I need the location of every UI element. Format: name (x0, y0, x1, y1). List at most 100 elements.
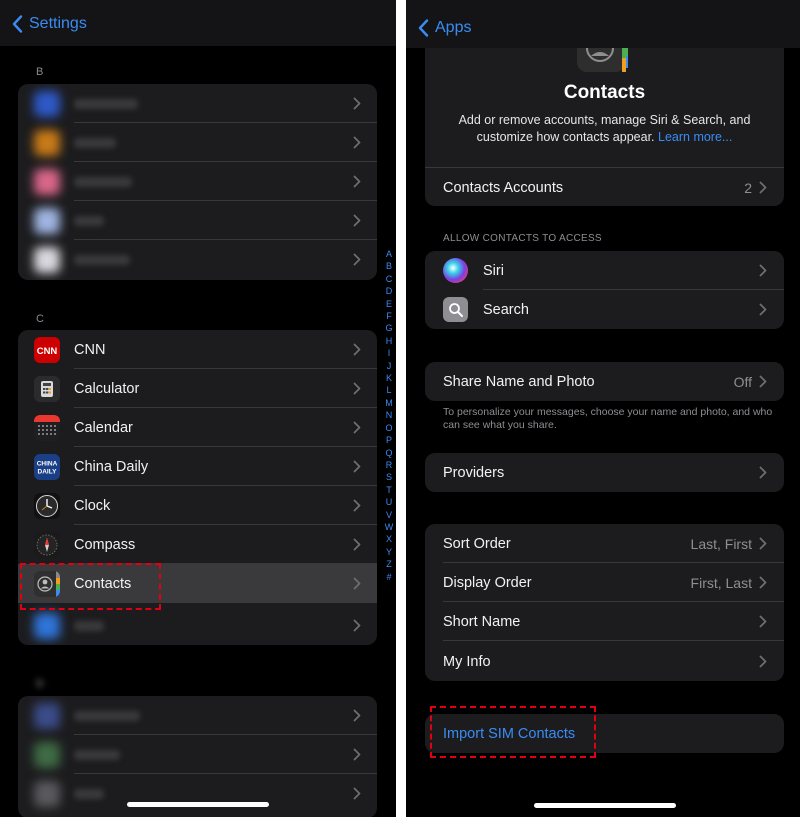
back-button-label: Settings (29, 15, 87, 32)
index-letter[interactable]: E (383, 298, 395, 310)
page-title: Contacts (563, 82, 646, 103)
chevron-right-icon (759, 615, 767, 628)
calendar-icon (34, 414, 60, 441)
svg-text:CNN: CNN (37, 346, 58, 357)
list-item[interactable] (18, 735, 377, 774)
china-daily-icon: CHINA DAILY (34, 453, 60, 480)
share-name-photo-row[interactable]: Share Name and Photo Off (425, 362, 784, 401)
list-item[interactable] (18, 774, 377, 813)
chevron-right-icon (353, 748, 361, 761)
index-letter[interactable]: # (383, 571, 395, 583)
contacts-accounts-row[interactable]: Contacts Accounts 2 (425, 168, 784, 207)
share-footnote: To personalize your messages, choose you… (443, 406, 773, 431)
list-item[interactable] (18, 696, 377, 735)
index-letter[interactable]: R (383, 459, 395, 471)
blurred-label (74, 138, 116, 148)
list-item[interactable] (18, 84, 377, 123)
my-info-label: My Info (443, 653, 491, 670)
chevron-right-icon (759, 537, 767, 550)
index-letter[interactable]: L (383, 384, 395, 396)
providers-row[interactable]: Providers (425, 453, 784, 492)
list-item-cnn[interactable]: CNN CNN (18, 330, 377, 369)
index-letter[interactable]: B (383, 260, 395, 272)
index-letter[interactable]: D (383, 285, 395, 297)
index-letter[interactable]: K (383, 372, 395, 384)
list-item[interactable] (18, 201, 377, 240)
settings-group-d (18, 696, 377, 817)
index-letter[interactable]: F (383, 310, 395, 322)
chevron-right-icon (759, 655, 767, 668)
providers-group: Providers (425, 453, 784, 492)
index-letter[interactable]: Z (383, 558, 395, 570)
index-letter[interactable]: H (383, 335, 395, 347)
index-letter[interactable]: Q (383, 447, 395, 459)
chevron-right-icon (353, 421, 361, 434)
index-letter[interactable]: I (383, 347, 395, 359)
index-letter[interactable]: T (383, 484, 395, 496)
index-letter[interactable]: J (383, 360, 395, 372)
index-letter[interactable]: C (383, 273, 395, 285)
list-item-china-daily[interactable]: CHINA DAILY China Daily (18, 447, 377, 486)
import-highlight-box (430, 706, 596, 758)
access-group: Siri Search (425, 251, 784, 329)
share-name-photo-value: Off (733, 373, 752, 390)
home-indicator[interactable] (534, 803, 676, 808)
chevron-right-icon (353, 214, 361, 227)
search-icon (443, 297, 468, 322)
index-letter[interactable]: M (383, 397, 395, 409)
share-group: Share Name and Photo Off (425, 362, 784, 401)
list-item[interactable] (18, 162, 377, 201)
index-letter[interactable]: Y (383, 546, 395, 558)
list-item-label: Clock (74, 497, 111, 514)
blurred-label (74, 216, 104, 226)
section-header-c: C (36, 313, 44, 325)
index-letter[interactable]: S (383, 471, 395, 483)
back-button[interactable]: Settings (12, 15, 87, 33)
back-button[interactable]: Apps (418, 19, 471, 37)
index-letter[interactable]: A (383, 248, 395, 260)
index-letter[interactable]: U (383, 496, 395, 508)
app-icon (34, 780, 60, 807)
chevron-right-icon (353, 538, 361, 551)
list-item-label: China Daily (74, 458, 149, 475)
siri-row[interactable]: Siri (425, 251, 784, 290)
chevron-right-icon (353, 343, 361, 356)
chevron-right-icon (759, 375, 767, 388)
list-item[interactable] (18, 240, 377, 279)
blurred-label (74, 255, 130, 265)
short-name-row[interactable]: Short Name (425, 602, 784, 641)
list-item-label: Calculator (74, 380, 140, 397)
sort-order-row[interactable]: Sort Order Last, First (425, 524, 784, 563)
list-item-calendar[interactable]: Calendar (18, 408, 377, 447)
index-letter[interactable]: V (383, 509, 395, 521)
access-section-header: ALLOW CONTACTS TO ACCESS (443, 233, 602, 244)
index-letter[interactable]: G (383, 322, 395, 334)
list-item-compass[interactable]: Compass (18, 525, 377, 564)
section-header-blurred: D (36, 678, 44, 690)
compass-icon (34, 531, 60, 558)
section-index[interactable]: A B C D E F G H I J K L M N O P Q R S T U V W X Y Z # (383, 248, 395, 583)
list-item-label: Calendar (74, 419, 133, 436)
index-letter[interactable]: O (383, 422, 395, 434)
list-item-calculator[interactable]: Calculator (18, 369, 377, 408)
learn-more-link[interactable]: Learn more... (658, 130, 732, 144)
list-item-label: CNN (74, 341, 106, 358)
my-info-row[interactable]: My Info (425, 642, 784, 681)
display-order-row[interactable]: Display Order First, Last (425, 563, 784, 602)
chevron-right-icon (759, 303, 767, 316)
list-item[interactable] (18, 123, 377, 162)
siri-icon (443, 258, 468, 283)
search-row[interactable]: Search (425, 290, 784, 329)
list-item[interactable] (18, 606, 377, 645)
back-button-label: Apps (435, 19, 472, 36)
section-header-b: B (36, 66, 44, 78)
index-letter[interactable]: W (383, 521, 395, 533)
chevron-right-icon (759, 466, 767, 479)
home-indicator[interactable] (127, 802, 269, 807)
index-letter[interactable]: N (383, 409, 395, 421)
index-letter[interactable]: P (383, 434, 395, 446)
chevron-right-icon (353, 787, 361, 800)
app-icon (34, 702, 60, 729)
list-item-clock[interactable]: Clock (18, 486, 377, 525)
index-letter[interactable]: X (383, 533, 395, 545)
